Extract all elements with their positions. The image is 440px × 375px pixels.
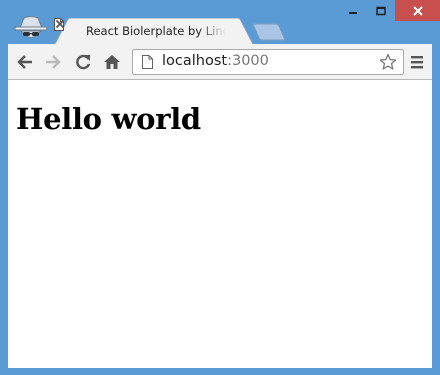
close-icon xyxy=(412,5,423,16)
address-bar[interactable]: localhost:3000 xyxy=(132,49,404,75)
browser-window: React Biolerplate by Lingh localhost:300… xyxy=(0,0,440,375)
window-bottom-border xyxy=(0,368,440,375)
back-arrow-icon[interactable] xyxy=(16,53,34,71)
tab-active[interactable]: React Biolerplate by Lingh xyxy=(54,18,254,46)
url-text[interactable]: localhost:3000 xyxy=(162,53,269,69)
maximize-button[interactable] xyxy=(367,0,395,21)
page-icon xyxy=(142,55,153,69)
new-tab-button[interactable] xyxy=(252,22,286,42)
minimize-button[interactable] xyxy=(339,0,367,21)
url-port: :3000 xyxy=(227,53,269,69)
forward-arrow-icon[interactable] xyxy=(44,53,62,71)
minimize-icon xyxy=(349,11,357,14)
url-host: localhost xyxy=(162,53,228,69)
title-bar: React Biolerplate by Lingh xyxy=(0,0,440,46)
maximize-icon xyxy=(376,6,386,15)
hamburger-menu-icon[interactable] xyxy=(410,54,424,70)
tab-title: React Biolerplate by Lingh xyxy=(86,24,226,38)
browser-toolbar: localhost:3000 xyxy=(8,44,432,80)
star-icon[interactable] xyxy=(379,53,397,71)
close-icon[interactable] xyxy=(54,18,66,30)
reload-icon[interactable] xyxy=(74,53,92,71)
home-icon[interactable] xyxy=(103,53,121,71)
page-heading: Hello world xyxy=(16,102,201,136)
close-window-button[interactable] xyxy=(395,0,440,21)
page-content: Hello world xyxy=(8,80,432,368)
window-controls xyxy=(339,0,440,21)
incognito-icon xyxy=(14,16,48,38)
